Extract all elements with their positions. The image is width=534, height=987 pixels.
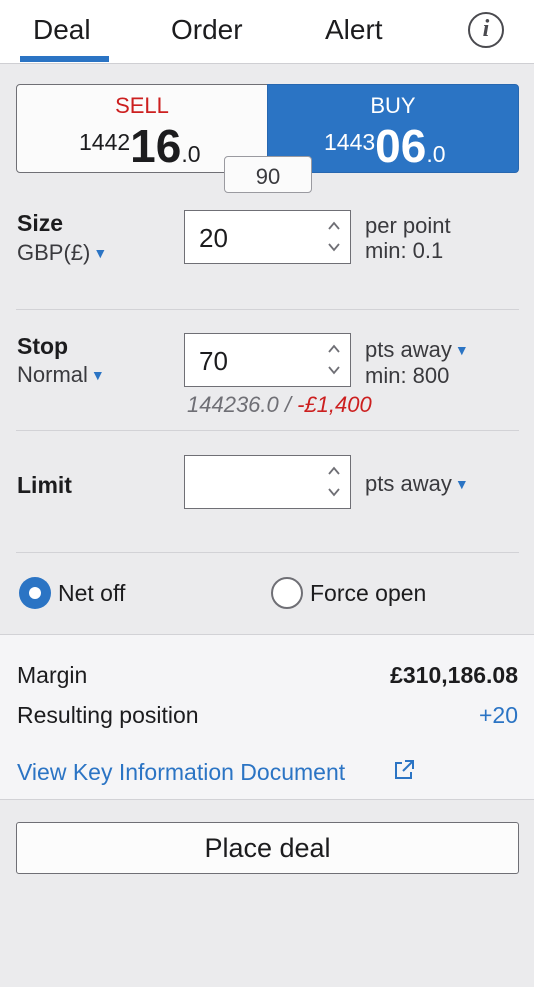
key-information-document-link[interactable]: View Key Information Document: [17, 759, 345, 786]
stop-type-label: Normal: [17, 362, 88, 387]
stop-unit-select[interactable]: pts away ▼: [365, 337, 469, 365]
sell-price-prefix: 1442: [79, 129, 131, 155]
stop-input[interactable]: 70: [184, 333, 351, 387]
buy-price-main: 06: [375, 120, 427, 172]
size-input[interactable]: 20: [184, 210, 351, 264]
info-icon[interactable]: i: [468, 12, 504, 48]
tab-deal[interactable]: Deal: [33, 14, 91, 46]
limit-input[interactable]: [184, 455, 351, 509]
margin-value: £310,186.08: [390, 662, 518, 688]
stop-level: 144236.0 /: [187, 392, 291, 417]
limit-unit-select[interactable]: pts away ▼: [365, 471, 469, 499]
divider: [16, 430, 519, 431]
chevron-down-icon[interactable]: [326, 239, 342, 255]
buy-price-decimal: .0: [426, 141, 446, 167]
external-link-icon[interactable]: [392, 758, 416, 782]
size-currency-select[interactable]: GBP(£) ▼: [17, 240, 107, 266]
spread-badge: 90: [224, 156, 312, 193]
stop-label: Stop: [17, 333, 69, 359]
stop-type-select[interactable]: Normal ▼: [17, 362, 105, 388]
stop-value: 70: [199, 346, 228, 376]
size-value: 20: [199, 223, 228, 253]
size-currency-label: GBP(£): [17, 240, 91, 265]
stop-calculation: 144236.0 / -£1,400: [187, 392, 372, 418]
chevron-down-icon[interactable]: [326, 362, 342, 378]
chevron-up-icon[interactable]: [326, 463, 342, 479]
resulting-position-label: Resulting position: [17, 702, 199, 728]
tab-alert[interactable]: Alert: [325, 14, 383, 46]
place-deal-button[interactable]: Place deal: [16, 822, 519, 874]
margin-label: Margin: [17, 662, 88, 688]
buy-price-prefix: 1443: [324, 129, 376, 155]
deal-ticket-tabs: Deal Order Alert i: [0, 0, 534, 64]
sell-price: 144216.0: [79, 123, 201, 169]
stop-loss-amount: -£1,400: [297, 392, 372, 417]
size-label: Size: [17, 210, 64, 236]
limit-unit-label: pts away: [365, 471, 452, 496]
size-unit: per point: [365, 213, 451, 238]
stop-unit-label: pts away: [365, 337, 452, 362]
buy-price: 144306.0: [324, 123, 446, 169]
chevron-down-icon: ▼: [90, 367, 105, 383]
chevron-down-icon: ▼: [454, 476, 469, 492]
buy-label: BUY: [370, 93, 416, 118]
force-open-label[interactable]: Force open: [310, 580, 426, 607]
net-off-label[interactable]: Net off: [58, 580, 125, 607]
chevron-up-icon[interactable]: [326, 218, 342, 234]
active-tab-indicator: [20, 56, 109, 62]
divider: [16, 309, 519, 310]
tab-order[interactable]: Order: [171, 14, 243, 46]
sell-label: SELL: [115, 93, 169, 118]
chevron-down-icon: ▼: [93, 245, 108, 261]
sell-price-main: 16: [130, 120, 182, 172]
size-min: min: 0.1: [365, 238, 444, 263]
limit-label: Limit: [17, 472, 72, 498]
stop-min: min: 800: [365, 363, 450, 388]
chevron-down-icon: ▼: [454, 342, 469, 358]
net-off-radio[interactable]: [19, 577, 51, 609]
chevron-up-icon[interactable]: [326, 341, 342, 357]
sell-price-decimal: .0: [181, 141, 201, 167]
chevron-down-icon[interactable]: [326, 484, 342, 500]
force-open-radio[interactable]: [271, 577, 303, 609]
resulting-position-value: +20: [478, 702, 518, 728]
divider: [16, 552, 519, 553]
